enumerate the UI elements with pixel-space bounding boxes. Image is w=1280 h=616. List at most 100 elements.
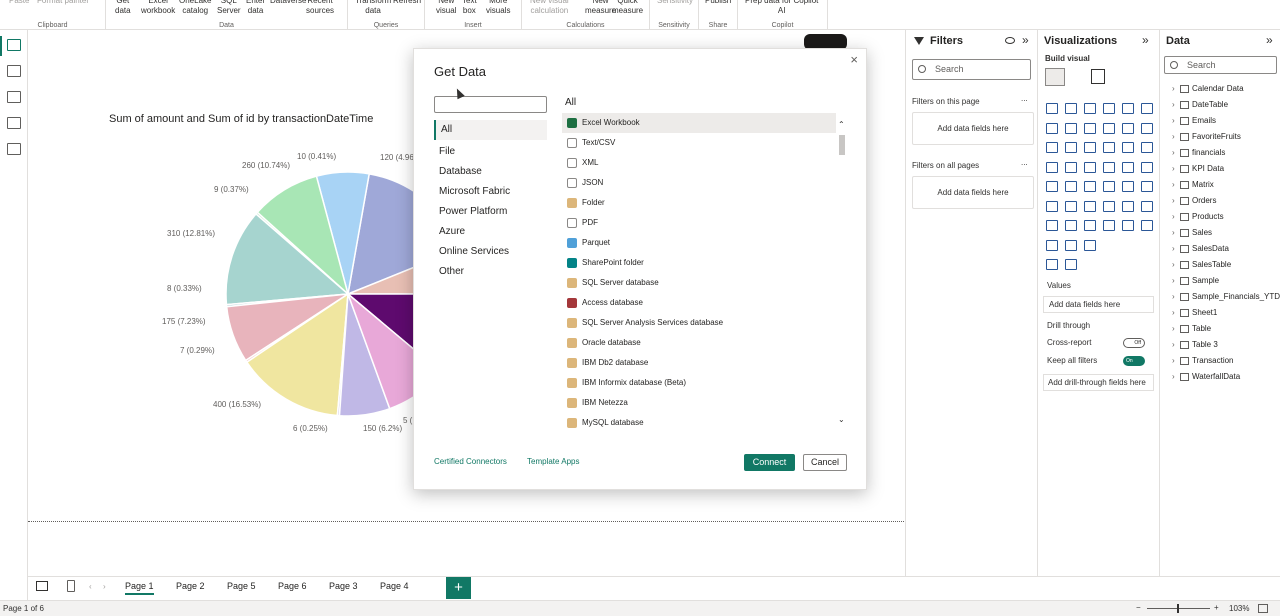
visual-type-icon[interactable] <box>1065 259 1077 270</box>
data-table-item[interactable]: › KPI Data <box>1172 161 1280 177</box>
visual-type-icon[interactable] <box>1141 201 1153 212</box>
data-table-item[interactable]: › Calendar Data <box>1172 81 1280 97</box>
visual-type-icon[interactable] <box>1046 181 1058 192</box>
data-table-item[interactable]: › Transaction <box>1172 353 1280 369</box>
data-search-input[interactable]: Search <box>1164 56 1277 74</box>
visual-type-icon[interactable] <box>1084 220 1096 231</box>
visual-type-icon[interactable] <box>1084 123 1096 134</box>
visual-type-icon[interactable] <box>1141 103 1153 114</box>
data-table-item[interactable]: › FavoriteFruits <box>1172 129 1280 145</box>
data-table-item[interactable]: › Matrix <box>1172 177 1280 193</box>
drill-through-dropzone[interactable]: Add drill-through fields here <box>1043 374 1154 391</box>
data-source-item[interactable]: IBM Db2 database <box>562 353 836 373</box>
model-view-icon[interactable] <box>7 91 21 103</box>
visual-type-icon[interactable] <box>1141 220 1153 231</box>
dialog-search-input[interactable] <box>434 96 547 113</box>
filters-on-page-dropzone[interactable]: Add data fields here <box>912 112 1034 145</box>
category-item[interactable]: All <box>434 120 547 140</box>
cancel-button[interactable]: Cancel <box>803 454 847 471</box>
visual-type-icon[interactable] <box>1141 123 1153 134</box>
visual-type-icon[interactable] <box>1046 201 1058 212</box>
page-tab[interactable]: Page 3 <box>329 581 358 591</box>
scroll-thumb[interactable] <box>839 135 845 155</box>
visual-type-icon[interactable] <box>1065 220 1077 231</box>
data-table-item[interactable]: › Sheet1 <box>1172 305 1280 321</box>
visual-type-icon[interactable] <box>1046 123 1058 134</box>
tmdl-view-icon[interactable] <box>7 143 21 155</box>
zoom-out-button[interactable]: − <box>1136 603 1141 612</box>
next-page-icon[interactable]: › <box>103 582 106 591</box>
page-tab[interactable]: Page 2 <box>176 581 205 591</box>
collapse-data-icon[interactable]: » <box>1266 33 1273 47</box>
dax-query-view-icon[interactable] <box>7 117 21 129</box>
chevron-right-icon[interactable]: › <box>1172 129 1175 145</box>
mobile-layout-icon[interactable] <box>67 580 75 592</box>
keep-filters-toggle[interactable]: On <box>1123 356 1145 366</box>
filters-on-all-more[interactable]: ... <box>1021 158 1028 167</box>
data-table-item[interactable]: › Products <box>1172 209 1280 225</box>
visual-type-icon[interactable] <box>1046 103 1058 114</box>
list-scrollbar[interactable]: ⌃ ⌄ <box>837 119 847 431</box>
chevron-right-icon[interactable]: › <box>1172 145 1175 161</box>
format-visual-tab-icon[interactable] <box>1091 69 1105 84</box>
visual-type-icon[interactable] <box>1065 162 1077 173</box>
close-icon[interactable]: × <box>850 52 858 67</box>
visual-type-icon[interactable] <box>1065 181 1077 192</box>
visual-type-icon[interactable] <box>1103 201 1115 212</box>
template-apps-link[interactable]: Template Apps <box>527 457 579 466</box>
visual-type-icon[interactable] <box>1065 240 1077 251</box>
visual-type-icon[interactable] <box>1141 142 1153 153</box>
build-visual-tab-icon[interactable] <box>1045 68 1065 86</box>
data-table-item[interactable]: › WaterfallData <box>1172 369 1280 385</box>
filters-search-input[interactable]: Search <box>912 59 1031 80</box>
visual-type-icon[interactable] <box>1065 123 1077 134</box>
chevron-right-icon[interactable]: › <box>1172 337 1175 353</box>
data-table-item[interactable]: › Sample_Financials_YTD <box>1172 289 1280 305</box>
chevron-right-icon[interactable]: › <box>1172 209 1175 225</box>
visual-type-icon[interactable] <box>1122 123 1134 134</box>
visual-type-icon[interactable] <box>1084 103 1096 114</box>
filters-on-page-more[interactable]: ... <box>1021 94 1028 103</box>
data-source-item[interactable]: IBM Informix database (Beta) <box>562 373 836 393</box>
visual-type-icon[interactable] <box>1103 103 1115 114</box>
prev-page-icon[interactable]: ‹ <box>89 582 92 591</box>
visual-type-icon[interactable] <box>1103 181 1115 192</box>
chevron-right-icon[interactable]: › <box>1172 257 1175 273</box>
data-source-item[interactable]: SQL Server Analysis Services database <box>562 313 836 333</box>
chevron-right-icon[interactable]: › <box>1172 113 1175 129</box>
visual-type-icon[interactable] <box>1122 220 1134 231</box>
data-source-item[interactable]: Parquet <box>562 233 836 253</box>
visual-type-icon[interactable] <box>1141 162 1153 173</box>
data-table-item[interactable]: › Table 3 <box>1172 337 1280 353</box>
data-table-item[interactable]: › Orders <box>1172 193 1280 209</box>
report-view-icon[interactable] <box>7 39 21 51</box>
chevron-right-icon[interactable]: › <box>1172 289 1175 305</box>
visual-type-icon[interactable] <box>1122 142 1134 153</box>
data-source-item[interactable]: SQL Server database <box>562 273 836 293</box>
chevron-right-icon[interactable]: › <box>1172 353 1175 369</box>
data-table-item[interactable]: › Sample <box>1172 273 1280 289</box>
visual-type-icon[interactable] <box>1084 240 1096 251</box>
zoom-level[interactable]: 103% <box>1229 604 1249 613</box>
data-source-item[interactable]: Text/CSV <box>562 133 836 153</box>
chevron-right-icon[interactable]: › <box>1172 161 1175 177</box>
visual-type-icon[interactable] <box>1122 103 1134 114</box>
data-source-item[interactable]: PDF <box>562 213 836 233</box>
data-table-item[interactable]: › Sales <box>1172 225 1280 241</box>
chevron-right-icon[interactable]: › <box>1172 321 1175 337</box>
visual-type-icon[interactable] <box>1046 259 1058 270</box>
visual-type-icon[interactable] <box>1103 142 1115 153</box>
pie-chart[interactable] <box>140 140 440 450</box>
data-source-item[interactable]: JSON <box>562 173 836 193</box>
page-tab[interactable]: Page 4 <box>380 581 409 591</box>
visual-type-icon[interactable] <box>1122 201 1134 212</box>
data-source-item[interactable]: IBM Netezza <box>562 393 836 413</box>
add-page-button[interactable]: + <box>446 577 471 599</box>
collapse-filters-icon[interactable]: » <box>1022 33 1029 47</box>
chevron-right-icon[interactable]: › <box>1172 193 1175 209</box>
desktop-layout-icon[interactable] <box>36 581 48 591</box>
data-table-item[interactable]: › SalesTable <box>1172 257 1280 273</box>
data-table-item[interactable]: › DateTable <box>1172 97 1280 113</box>
visual-type-icon[interactable] <box>1084 181 1096 192</box>
chevron-right-icon[interactable]: › <box>1172 97 1175 113</box>
